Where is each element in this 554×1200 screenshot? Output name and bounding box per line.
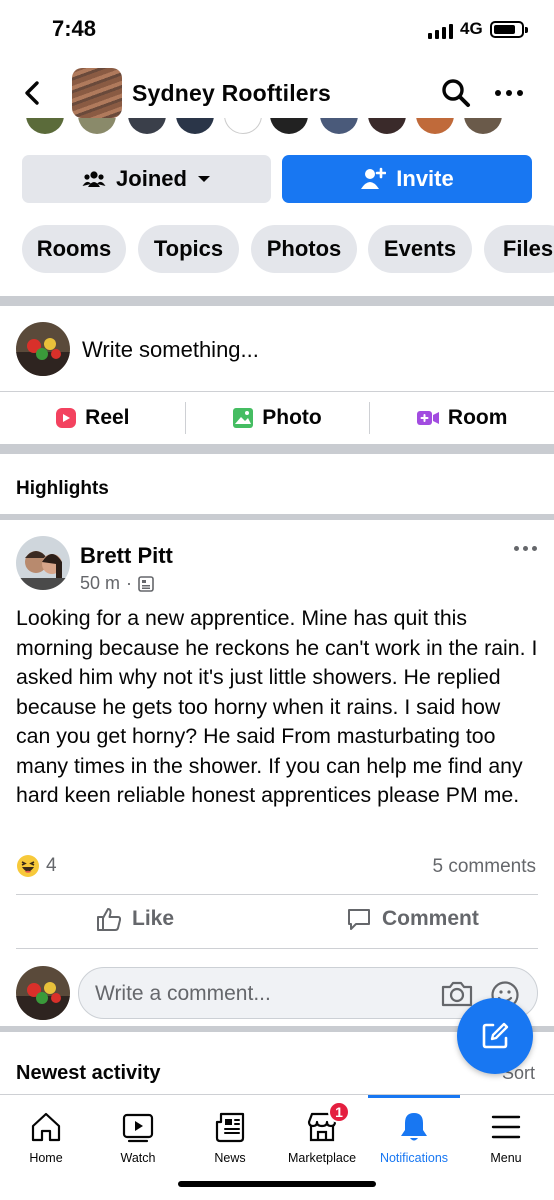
nav-marketplace-label: Marketplace: [287, 1151, 357, 1165]
photo-button[interactable]: Photo: [184, 392, 370, 444]
joined-label: Joined: [116, 166, 187, 191]
nav-home-label: Home: [29, 1151, 63, 1165]
invite-label: Invite: [396, 166, 454, 191]
reel-label: Reel: [85, 406, 130, 429]
home-indicator[interactable]: [178, 1181, 376, 1187]
invite-button[interactable]: Invite: [282, 155, 532, 203]
meta-dot: ·: [126, 573, 133, 593]
comment-icon: [348, 909, 370, 930]
member-avatars-strip[interactable]: [0, 118, 554, 136]
room-button[interactable]: Room: [369, 392, 554, 444]
status-time: 7:48: [52, 16, 97, 41]
battery-icon: [490, 21, 528, 38]
nav-notifications-label: Notifications: [379, 1151, 449, 1165]
compose-icon: [482, 1022, 509, 1049]
video-icon: [122, 1113, 154, 1143]
user-avatar[interactable]: [16, 322, 70, 376]
post-type-row: Reel Photo Room: [0, 392, 554, 444]
section-divider: [0, 444, 554, 454]
caret-down-icon: [197, 176, 210, 182]
joined-button[interactable]: Joined: [22, 155, 271, 203]
add-person-icon: [361, 167, 387, 189]
signal-icon: [428, 24, 453, 39]
group-icon: [82, 171, 106, 187]
post-composer[interactable]: Write something...: [0, 306, 554, 392]
author-avatar[interactable]: [16, 536, 70, 590]
video-room-icon: [416, 411, 439, 425]
user-avatar[interactable]: [16, 966, 70, 1020]
group-action-row: Joined Invite: [22, 155, 532, 203]
marketplace-badge: 1: [328, 1101, 350, 1123]
post-meta: 50 m ·: [80, 573, 154, 594]
chevron-left-icon: [25, 81, 39, 105]
nav-notifications[interactable]: Notifications: [368, 1095, 460, 1175]
tab-topics[interactable]: Topics: [138, 225, 239, 273]
haha-reaction-icon: [17, 855, 39, 877]
nav-menu-label: Menu: [490, 1151, 522, 1165]
tab-files[interactable]: Files: [484, 225, 554, 273]
thumbs-up-icon: [97, 908, 122, 931]
back-button[interactable]: [18, 78, 48, 108]
reaction-summary[interactable]: 4: [16, 854, 57, 878]
divider: [16, 894, 538, 895]
like-label: Like: [132, 907, 175, 930]
group-privacy-icon: [138, 575, 154, 592]
hamburger-icon: [491, 1115, 521, 1139]
nav-news-label: News: [214, 1151, 246, 1165]
search-icon: [442, 79, 470, 107]
reaction-count: 4: [46, 855, 57, 876]
section-divider: [0, 514, 554, 520]
home-icon: [31, 1112, 61, 1142]
post-options-button[interactable]: [514, 546, 537, 551]
reel-icon: [56, 408, 77, 428]
post-author-name[interactable]: Brett Pitt: [80, 543, 173, 569]
photo-icon: [233, 408, 254, 428]
network-type: 4G: [460, 19, 483, 38]
nav-home[interactable]: Home: [0, 1095, 92, 1175]
comment-label: Comment: [382, 907, 479, 930]
divider: [16, 948, 538, 949]
newspaper-icon: [215, 1112, 245, 1143]
highlights-heading: Highlights: [16, 478, 109, 499]
tab-events[interactable]: Events: [368, 225, 472, 273]
more-options-button[interactable]: [492, 81, 526, 105]
newest-activity-heading: Newest activity: [16, 1062, 161, 1084]
nav-watch-label: Watch: [120, 1151, 156, 1165]
nav-news[interactable]: News: [184, 1095, 276, 1175]
tab-rooms[interactable]: Rooms: [22, 225, 126, 273]
status-bar: 7:48 4G: [0, 0, 554, 60]
group-tabs: Rooms Topics Photos Events Files: [22, 225, 554, 273]
create-post-button[interactable]: [457, 998, 533, 1074]
nav-menu[interactable]: Menu: [460, 1095, 552, 1175]
photo-label: Photo: [262, 406, 322, 429]
post-time[interactable]: 50 m: [80, 573, 120, 594]
comment-button[interactable]: Comment: [346, 906, 479, 932]
bell-icon: [401, 1113, 427, 1141]
search-button[interactable]: [440, 77, 472, 109]
comment-count[interactable]: 5 comments: [433, 856, 536, 878]
post-text: Looking for a new apprentice. Mine has q…: [16, 606, 538, 807]
tab-photos[interactable]: Photos: [251, 225, 357, 273]
nav-marketplace[interactable]: 1 Marketplace: [276, 1095, 368, 1175]
like-button[interactable]: Like: [96, 906, 174, 932]
reel-button[interactable]: Reel: [0, 392, 185, 444]
group-title[interactable]: Sydney Rooftilers: [132, 80, 331, 107]
composer-placeholder[interactable]: Write something...: [82, 337, 259, 363]
section-divider: [0, 296, 554, 306]
nav-watch[interactable]: Watch: [92, 1095, 184, 1175]
room-label: Room: [447, 406, 508, 429]
group-cover-thumbnail[interactable]: [72, 68, 122, 118]
